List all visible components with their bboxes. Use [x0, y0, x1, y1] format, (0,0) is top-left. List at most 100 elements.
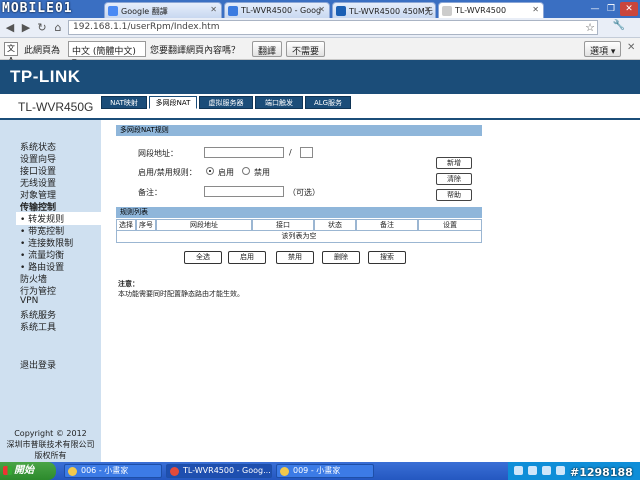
remark-input[interactable] [204, 186, 284, 197]
select-all-button[interactable]: 全选 [184, 251, 222, 264]
options-button[interactable]: 選項 ▾ [584, 41, 622, 57]
column-segment: 网段地址 [156, 219, 252, 231]
empty-list-message: 该列表为空 [116, 231, 482, 243]
paint-icon [68, 467, 77, 476]
start-label: 開始 [14, 465, 34, 476]
delete-button[interactable]: 删除 [322, 251, 360, 264]
star-icon[interactable]: ☆ [582, 21, 598, 35]
options-label: 選項 [590, 47, 609, 57]
wrench-menu-icon[interactable]: 🔧 [604, 20, 634, 35]
translate-icon: 文A [4, 42, 18, 65]
browser-tab-google-search[interactable]: TL-WVR4500 - Goog ✕ [224, 2, 330, 18]
browser-tab-strip: MOBILE01 Google 翻譯 ✕ TL-WVR4500 - Goog ✕… [0, 0, 640, 18]
site-icon [336, 6, 346, 16]
close-tab-icon[interactable]: ✕ [424, 5, 431, 14]
tab-virtual-server[interactable]: 虚拟服务器 [199, 96, 253, 109]
close-window-icon[interactable]: ✕ [620, 2, 638, 16]
minimize-icon[interactable]: — [588, 2, 602, 16]
column-select: 选择 [116, 219, 136, 231]
search-button[interactable]: 搜索 [368, 251, 406, 264]
volume-icon[interactable] [528, 466, 537, 475]
sidebar-item-vpn[interactable]: VPN [20, 296, 38, 306]
column-status: 状态 [314, 219, 356, 231]
taskbar: 開始 006 - 小畫家 TL-WVR4500 - Goog... 009 - … [0, 462, 640, 480]
home-icon[interactable]: ⌂ [50, 21, 66, 35]
language-value: 中文 (簡體中文) [72, 47, 136, 57]
note-title: 注意： [118, 280, 139, 288]
enable-button[interactable]: 启用 [228, 251, 266, 264]
segment-address-label: 网段地址： [138, 149, 178, 158]
rule-list-header: 规则列表 [116, 207, 482, 218]
column-settings: 设置 [418, 219, 482, 231]
browser-tab-google-translate[interactable]: Google 翻譯 ✕ [104, 2, 222, 18]
note-text: 本功能需要同时配置静态路由才能生效。 [118, 290, 244, 298]
taskbar-item-paint-009[interactable]: 009 - 小畫家 [276, 464, 374, 478]
enable-option-label: 启用 [218, 168, 234, 177]
disable-button[interactable]: 禁用 [276, 251, 314, 264]
model-row: TL-WVR450G NAT映射 多网段NAT 虚拟服务器 端口触发 ALG服务 [0, 94, 640, 120]
tab-nat-mapping[interactable]: NAT映射 [101, 96, 147, 109]
url-input[interactable]: 192.168.1.1/userRpm/Index.htm [68, 20, 598, 35]
ime-icon[interactable] [556, 466, 565, 475]
no-translate-button[interactable]: 不需要 [286, 41, 326, 57]
model-name: TL-WVR450G [18, 100, 94, 114]
tp-link-logo: TP-LINK [10, 67, 81, 86]
taskbar-item-label: TL-WVR4500 - Goog... [183, 466, 271, 475]
close-tab-icon[interactable]: ✕ [532, 5, 539, 14]
tab-multi-segment-nat[interactable]: 多网段NAT [149, 96, 197, 109]
column-remark: 备注 [356, 219, 418, 231]
brand-header: TP-LINK [0, 60, 640, 94]
translate-prompt: 此網頁為 [24, 46, 61, 56]
maximize-icon[interactable]: ❐ [604, 2, 618, 16]
taskbar-item-chrome[interactable]: TL-WVR4500 - Goog... [166, 464, 272, 478]
translate-bar: 文A 此網頁為 中文 (簡體中文) ▾ 您要翻譯網頁內容嗎？ 翻譯 不需要 選項… [0, 38, 640, 67]
watermark-logo: MOBILE01 [2, 1, 73, 16]
translate-button[interactable]: 翻譯 [252, 41, 283, 57]
copyright-line-3: 版权所有 [34, 451, 67, 460]
tab-title: Google 翻譯 [121, 7, 168, 16]
tab-title: TL-WVR4500 450M无 [349, 7, 433, 16]
sidebar-menu: 系统状态 设置向导 接口设置 无线设置 对象管理 传输控制 • 转发规则 • 带… [0, 120, 101, 462]
google-icon [228, 6, 238, 16]
add-button[interactable]: 新增 [436, 157, 472, 169]
browser-tab-router[interactable]: TL-WVR4500 ✕ [438, 2, 544, 18]
paint-icon [280, 467, 289, 476]
enable-radio[interactable] [206, 167, 214, 175]
copyright-line-2: 深圳市普联技术有限公司 [6, 440, 95, 449]
start-button[interactable]: 開始 [0, 462, 56, 480]
subnet-mask-input[interactable] [300, 147, 313, 158]
close-tab-icon[interactable]: ✕ [210, 5, 217, 14]
taskbar-item-label: 009 - 小畫家 [293, 466, 341, 475]
clear-button[interactable]: 清除 [436, 173, 472, 185]
disable-radio[interactable] [242, 167, 250, 175]
browser-tab-tplink-review[interactable]: TL-WVR4500 450M无 ✕ [332, 2, 436, 18]
logout-link[interactable]: 退出登录 [20, 358, 56, 371]
chrome-icon [170, 467, 179, 476]
language-select[interactable]: 中文 (簡體中文) ▾ [68, 41, 146, 67]
remark-label: 备注： [138, 188, 162, 197]
translate-question: 您要翻譯網頁內容嗎？ [150, 46, 241, 56]
google-icon [108, 6, 118, 16]
tab-port-trigger[interactable]: 端口触发 [255, 96, 303, 109]
taskbar-item-paint-006[interactable]: 006 - 小畫家 [64, 464, 162, 478]
network-icon[interactable] [514, 466, 523, 475]
router-admin-page: TP-LINK TL-WVR450G NAT映射 多网段NAT 虚拟服务器 端口… [0, 60, 640, 462]
copyright-line-1: Copyright © 2012 [14, 429, 87, 438]
tab-alg-service[interactable]: ALG服务 [305, 96, 351, 109]
back-icon[interactable]: ◀ [2, 21, 18, 35]
taskbar-item-label: 006 - 小畫家 [81, 466, 129, 475]
reload-icon[interactable]: ↻ [34, 21, 50, 35]
help-button[interactable]: 帮助 [436, 189, 472, 201]
watermark-id: #1298188 [570, 466, 633, 479]
sidebar-item-system-tools[interactable]: 系统工具 [20, 320, 56, 333]
disable-option-label: 禁用 [254, 168, 270, 177]
close-translate-icon[interactable]: ✕ [627, 42, 635, 53]
security-icon[interactable] [542, 466, 551, 475]
close-tab-icon[interactable]: ✕ [318, 5, 325, 14]
forward-icon[interactable]: ▶ [18, 21, 34, 35]
segment-address-input[interactable] [204, 147, 284, 158]
slash-separator: / [289, 148, 292, 157]
enable-rule-label: 启用/禁用规则： [138, 168, 197, 177]
address-bar: ◀ ▶ ↻ ⌂ 192.168.1.1/userRpm/Index.htm ☆ … [0, 18, 640, 38]
column-index: 序号 [136, 219, 156, 231]
